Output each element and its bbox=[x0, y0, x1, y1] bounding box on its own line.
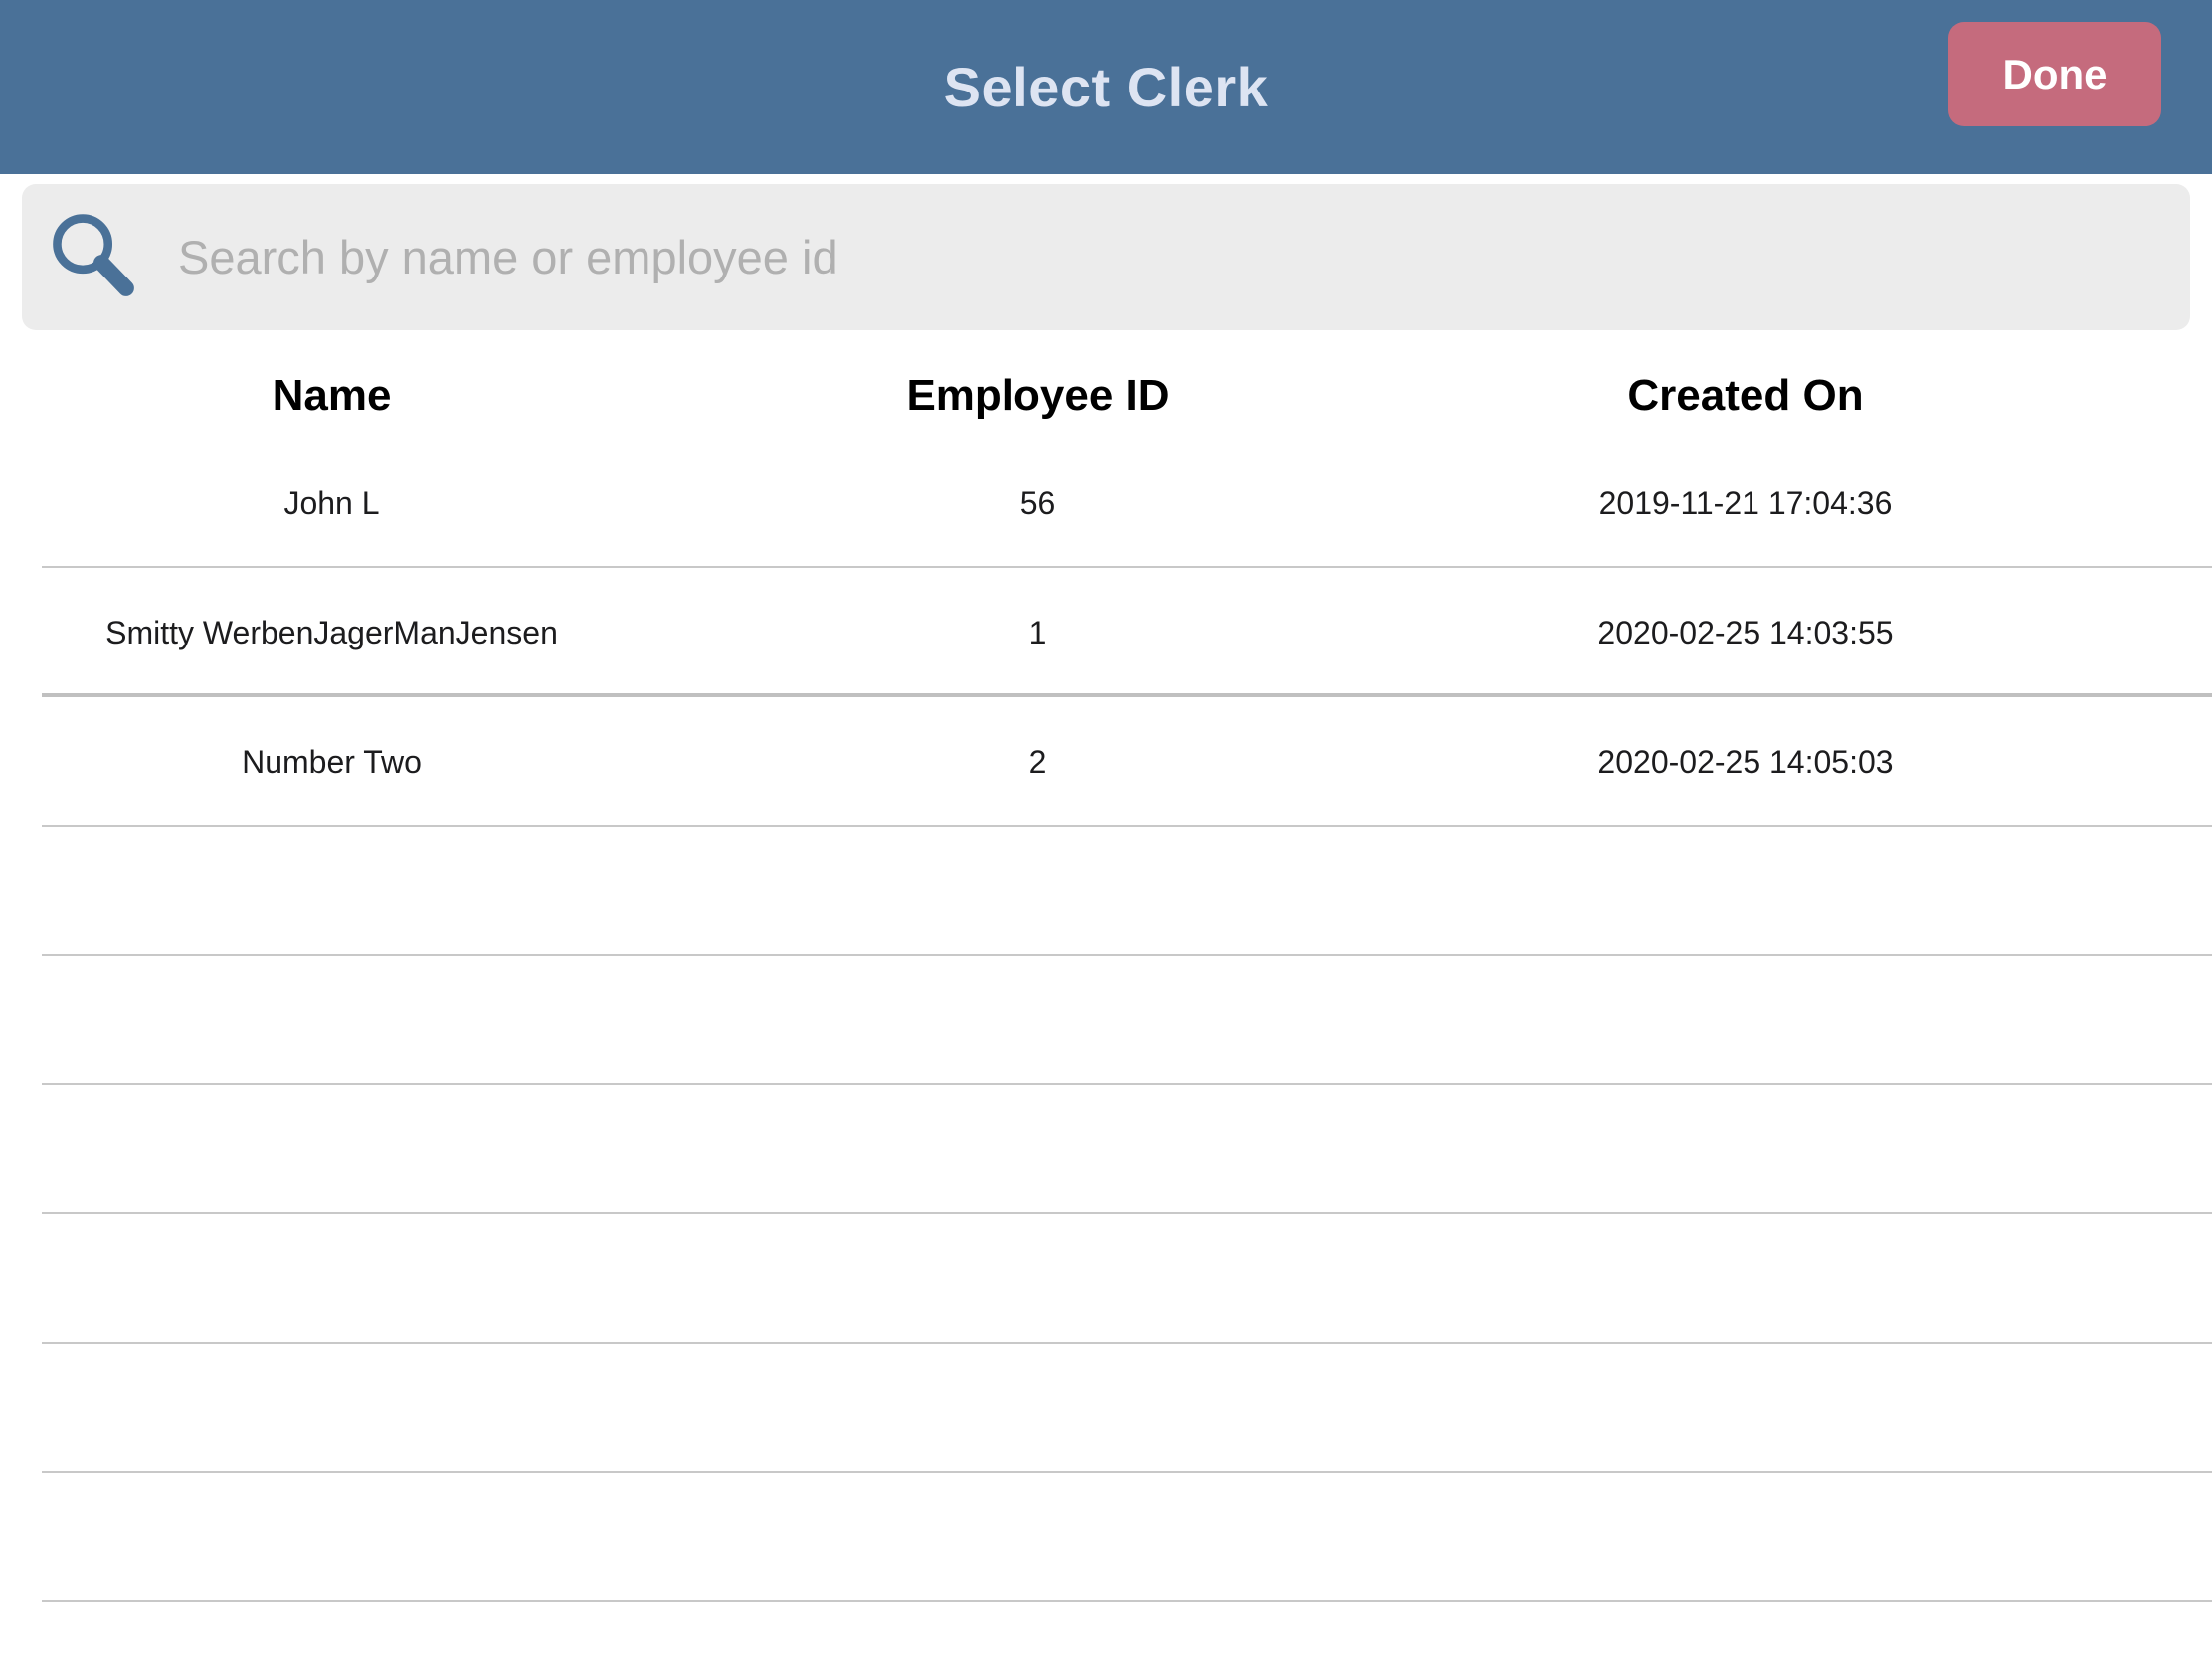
empty-table-row bbox=[0, 1214, 2212, 1344]
search-icon bbox=[47, 210, 141, 304]
empty-table-row bbox=[0, 1344, 2212, 1473]
clerk-employee-id: 2 bbox=[663, 744, 1412, 781]
empty-table-row bbox=[0, 1473, 2212, 1602]
clerk-employee-id: 56 bbox=[663, 485, 1412, 522]
clerk-table: Name Employee ID Created On John L 56 20… bbox=[0, 353, 2212, 1602]
empty-table-row bbox=[0, 956, 2212, 1085]
clerk-name: Smitty WerbenJagerManJensen bbox=[0, 615, 663, 651]
empty-table-row bbox=[0, 827, 2212, 956]
column-header-employee-id: Employee ID bbox=[663, 371, 1412, 421]
table-row[interactable]: Number Two 2 2020-02-25 14:05:03 bbox=[0, 697, 2212, 827]
done-button[interactable]: Done bbox=[1948, 22, 2161, 126]
clerk-employee-id: 1 bbox=[663, 615, 1412, 651]
page-title: Select Clerk bbox=[944, 55, 1269, 119]
clerk-created-on: 2019-11-21 17:04:36 bbox=[1412, 485, 2079, 522]
table-row[interactable]: John L 56 2019-11-21 17:04:36 bbox=[0, 439, 2212, 568]
column-header-created-on: Created On bbox=[1412, 371, 2079, 421]
empty-table-row bbox=[0, 1085, 2212, 1214]
clerk-name: Number Two bbox=[0, 744, 663, 781]
clerk-name: John L bbox=[0, 485, 663, 522]
select-clerk-screen: Select Clerk Done Name Employee ID Creat… bbox=[0, 0, 2212, 1659]
navbar: Select Clerk Done bbox=[0, 0, 2212, 174]
table-row[interactable]: Smitty WerbenJagerManJensen 1 2020-02-25… bbox=[0, 568, 2212, 697]
table-header-row: Name Employee ID Created On bbox=[0, 353, 2212, 439]
column-header-name: Name bbox=[0, 371, 663, 421]
clerk-created-on: 2020-02-25 14:03:55 bbox=[1412, 615, 2079, 651]
search-input[interactable] bbox=[176, 229, 2190, 285]
search-bar[interactable] bbox=[22, 184, 2190, 330]
clerk-created-on: 2020-02-25 14:05:03 bbox=[1412, 744, 2079, 781]
